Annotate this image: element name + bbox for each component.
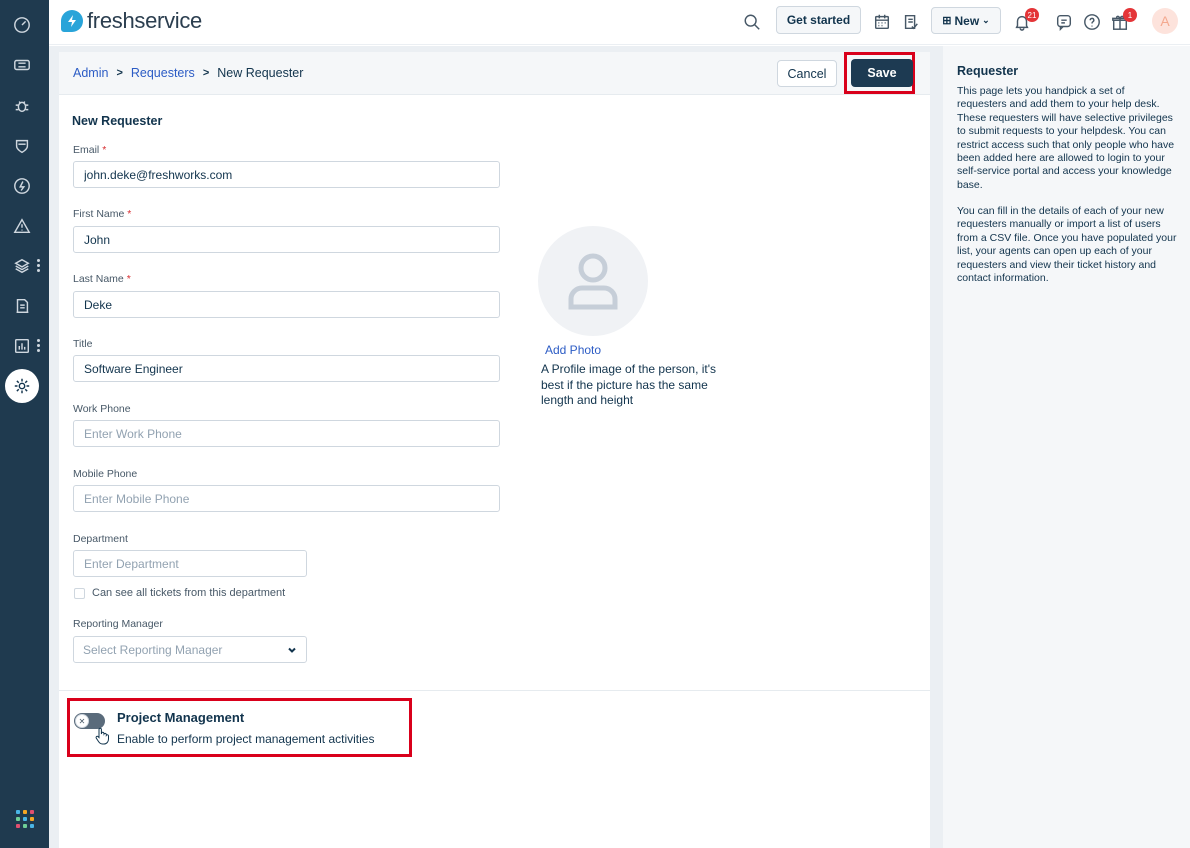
problems-bug-icon[interactable] bbox=[10, 94, 34, 118]
alerts-warning-icon[interactable] bbox=[10, 214, 34, 238]
get-started-button[interactable]: Get started bbox=[776, 6, 861, 34]
calendar-icon[interactable] bbox=[871, 11, 893, 33]
breadcrumb-current: New Requester bbox=[217, 66, 304, 80]
breadcrumb-requesters-link[interactable]: Requesters bbox=[131, 66, 195, 80]
toggle-off-x-icon: ✕ bbox=[75, 714, 89, 728]
user-silhouette-icon bbox=[568, 253, 618, 310]
chevron-down-icon: ⌄ bbox=[982, 15, 990, 25]
chat-icon[interactable] bbox=[1053, 11, 1075, 33]
photo-help-text: A Profile image of the person, it's best… bbox=[541, 362, 717, 407]
first-name-label-text: First Name bbox=[73, 208, 125, 220]
required-mark: * bbox=[126, 273, 131, 285]
add-photo-link[interactable]: Add Photo bbox=[545, 343, 601, 357]
work-phone-label: Work Phone bbox=[73, 403, 131, 415]
breadcrumb: Admin > Requesters > New Requester bbox=[73, 66, 303, 80]
user-avatar[interactable]: A bbox=[1152, 8, 1178, 34]
todo-checklist-icon[interactable] bbox=[900, 11, 922, 33]
breadcrumb-separator-icon: > bbox=[202, 67, 210, 79]
breadcrumb-bar: Admin > Requesters > New Requester Cance… bbox=[59, 52, 930, 95]
help-panel-title: Requester bbox=[957, 64, 1019, 78]
gift-badge: 1 bbox=[1123, 8, 1137, 22]
required-mark: * bbox=[127, 208, 132, 220]
work-phone-field[interactable] bbox=[73, 420, 500, 447]
first-name-label: First Name * bbox=[73, 208, 131, 220]
tickets-icon[interactable] bbox=[10, 53, 34, 77]
freshservice-logo[interactable]: freshservice bbox=[61, 8, 202, 34]
department-tickets-label: Can see all tickets from this department bbox=[92, 587, 286, 599]
notifications-bell-icon[interactable]: 21 bbox=[1011, 8, 1039, 33]
changes-shield-icon[interactable] bbox=[10, 134, 34, 158]
required-mark: * bbox=[102, 144, 107, 156]
search-icon[interactable] bbox=[741, 11, 763, 33]
first-name-field[interactable] bbox=[73, 226, 500, 253]
email-field[interactable] bbox=[73, 161, 500, 188]
project-management-description: Enable to perform project management act… bbox=[117, 732, 375, 746]
assets-more-icon[interactable] bbox=[37, 259, 41, 273]
department-label: Department bbox=[73, 533, 128, 545]
last-name-label: Last Name * bbox=[73, 273, 131, 285]
admin-gear-icon[interactable] bbox=[5, 369, 39, 403]
brand-name: freshservice bbox=[87, 8, 202, 33]
save-button[interactable]: Save bbox=[851, 59, 913, 87]
profile-photo-placeholder[interactable] bbox=[538, 226, 648, 336]
reporting-manager-label: Reporting Manager bbox=[73, 618, 163, 630]
mobile-phone-label: Mobile Phone bbox=[73, 468, 138, 480]
gift-icon[interactable]: 1 bbox=[1109, 8, 1137, 33]
solutions-book-icon[interactable] bbox=[10, 294, 34, 318]
help-panel-paragraph-1: This page lets you handpick a set of req… bbox=[957, 85, 1175, 191]
freshservice-logo-icon bbox=[61, 10, 83, 32]
releases-bolt-icon[interactable] bbox=[10, 174, 34, 198]
form-section-title: New Requester bbox=[72, 114, 163, 128]
last-name-label-text: Last Name bbox=[73, 273, 124, 285]
last-name-field[interactable] bbox=[73, 291, 500, 318]
dashboard-icon[interactable] bbox=[10, 13, 34, 37]
department-tickets-option: Can see all tickets from this department bbox=[74, 587, 285, 599]
section-divider bbox=[59, 690, 930, 691]
reporting-manager-select[interactable]: Select Reporting Manager bbox=[73, 636, 307, 663]
department-tickets-checkbox[interactable] bbox=[74, 587, 85, 599]
project-management-title: Project Management bbox=[117, 710, 245, 725]
chevron-down-icon bbox=[288, 647, 296, 653]
assets-layers-icon[interactable] bbox=[10, 254, 34, 278]
notifications-badge: 21 bbox=[1025, 8, 1039, 22]
breadcrumb-admin-link[interactable]: Admin bbox=[73, 66, 108, 80]
email-label-text: Email bbox=[73, 144, 100, 156]
reporting-manager-placeholder: Select Reporting Manager bbox=[83, 642, 223, 657]
title-label: Title bbox=[73, 338, 93, 350]
department-field[interactable] bbox=[73, 550, 307, 577]
plus-square-icon: ⊞ bbox=[942, 15, 952, 27]
reports-more-icon[interactable] bbox=[37, 339, 41, 353]
apps-grid-icon[interactable] bbox=[16, 810, 34, 828]
reports-chart-icon[interactable] bbox=[10, 334, 34, 358]
help-question-icon[interactable] bbox=[1081, 11, 1103, 33]
help-panel-paragraph-2: You can fill in the details of each of y… bbox=[957, 205, 1177, 285]
left-sidebar bbox=[0, 0, 49, 848]
hand-pointer-cursor-icon bbox=[95, 727, 109, 745]
top-bar: freshservice Get started ⊞ New ⌄ 21 1 A bbox=[49, 0, 1190, 45]
project-management-highlight-box bbox=[67, 698, 412, 757]
new-button[interactable]: ⊞ New ⌄ bbox=[931, 7, 1001, 34]
breadcrumb-separator-icon: > bbox=[116, 67, 123, 79]
mobile-phone-field[interactable] bbox=[73, 485, 500, 512]
new-button-label: New bbox=[954, 13, 980, 28]
title-field[interactable] bbox=[73, 355, 500, 382]
cancel-button[interactable]: Cancel bbox=[777, 60, 837, 87]
email-label: Email * bbox=[73, 144, 106, 156]
help-panel: Requester This page lets you handpick a … bbox=[942, 46, 1190, 848]
